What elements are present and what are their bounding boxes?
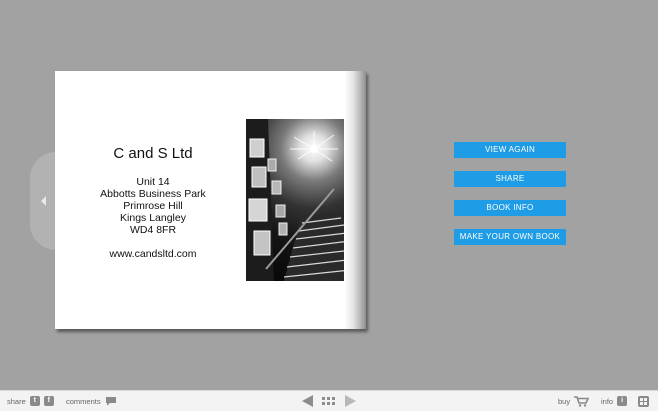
chevron-left-icon [41,196,46,206]
comments-label: comments [66,396,101,406]
website-text: www.candsltd.com [109,248,197,260]
comments-link[interactable]: comments [66,396,117,406]
previous-page-button[interactable] [302,395,313,407]
make-your-own-book-button[interactable]: MAKE YOUR OWN BOOK [454,229,566,245]
company-name: C and S Ltd [113,145,193,162]
address-line: Unit 14 [136,176,170,188]
info-link[interactable]: info i [601,396,628,406]
next-page-button[interactable] [345,395,356,407]
twitter-icon[interactable]: t [29,396,40,406]
share-group: share t f [7,396,54,406]
speech-bubble-icon [105,397,116,406]
address-block: C and S Ltd Unit 14 Abbotts Business Par… [55,145,251,260]
info-icon: i [617,396,628,406]
buy-label: buy [558,397,571,406]
shopping-cart-icon [574,396,590,407]
previous-page-tab[interactable] [30,152,56,250]
book-info-button[interactable]: BOOK INFO [454,200,566,216]
book-page: C and S Ltd Unit 14 Abbotts Business Par… [55,71,366,329]
address-line: Primrose Hill [123,200,183,212]
share-label: share [7,396,26,406]
page-curl[interactable] [344,71,366,329]
fullscreen-icon [638,396,649,407]
fullscreen-button[interactable] [638,396,649,407]
thumbnail-grid-icon[interactable] [322,397,335,406]
share-button[interactable]: SHARE [454,171,566,187]
info-label: info [601,396,614,406]
view-again-button[interactable]: VIEW AGAIN [454,142,566,158]
address-line: Kings Langley [120,212,186,224]
address-line: Abbotts Business Park [100,188,206,200]
facebook-icon[interactable]: f [43,396,54,406]
address-line: WD4 8FR [129,224,177,236]
footer-toolbar: share t f comments buy info i [0,390,658,411]
buy-link[interactable]: buy [558,396,590,407]
